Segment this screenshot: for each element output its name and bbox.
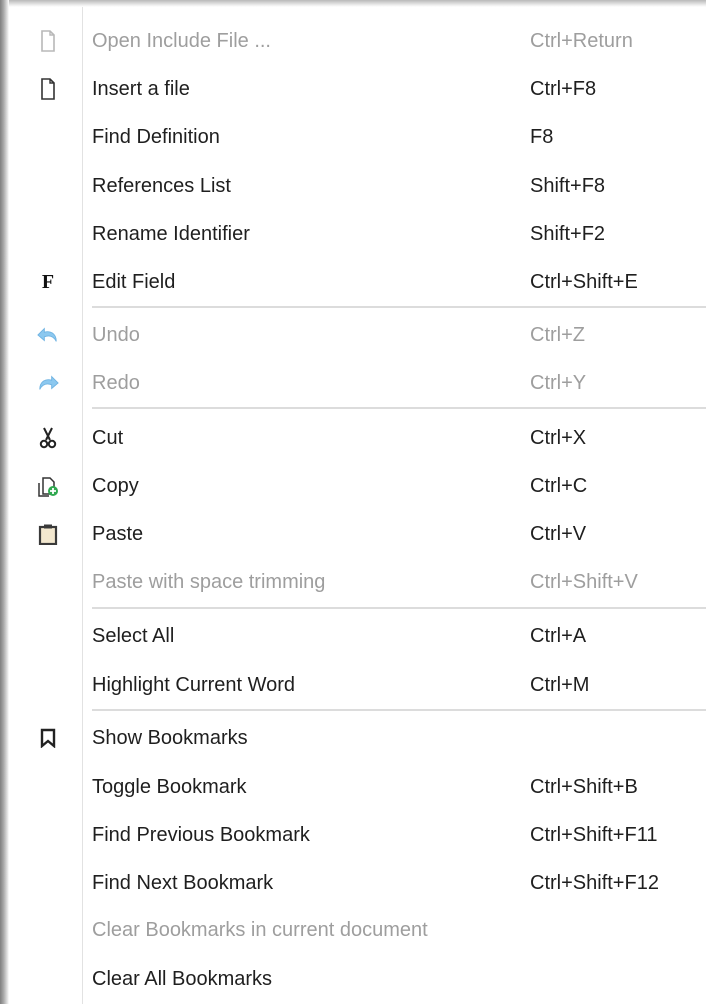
menu-item-shortcut: Ctrl+Z — [530, 324, 585, 346]
menu-item-shortcut: Shift+F8 — [530, 175, 606, 197]
menu-item-label: Find Definition — [92, 126, 220, 148]
menu-item-label: Paste with space trimming — [92, 571, 326, 593]
menu-item-label: Insert a file — [92, 78, 190, 100]
menu-item-shortcut: Ctrl+C — [530, 475, 588, 497]
menu-item-edit-field[interactable]: F Edit Field Ctrl+Shift+E — [9, 259, 706, 305]
menu-item-shortcut: Ctrl+X — [530, 427, 587, 449]
menu-item-label: Find Previous Bookmark — [92, 824, 310, 846]
menu-item-label: Show Bookmarks — [92, 727, 248, 749]
menu-item-select-all[interactable]: Select All Ctrl+A — [9, 613, 706, 659]
menu-shadow-top — [0, 0, 706, 7]
menu-item-shortcut: Ctrl+Return — [530, 30, 633, 52]
menu-separator — [92, 407, 706, 409]
copy-icon — [37, 475, 59, 497]
menu-item-label: Highlight Current Word — [92, 674, 296, 696]
menu-item-shortcut: Ctrl+A — [530, 625, 587, 647]
menu-item-show-bookmarks[interactable]: Show Bookmarks — [9, 715, 706, 761]
menu-item-label: References List — [92, 175, 231, 197]
menu-item-label: Clear Bookmarks in current document — [92, 919, 428, 941]
menu-item-shortcut: Ctrl+F8 — [530, 78, 597, 100]
menu-item-find-previous-bookmark[interactable]: Find Previous Bookmark Ctrl+Shift+F11 — [9, 812, 706, 858]
menu-item-find-next-bookmark[interactable]: Find Next Bookmark Ctrl+Shift+F12 — [9, 860, 706, 906]
menu-item-label: Toggle Bookmark — [92, 776, 247, 798]
file-icon — [37, 78, 59, 100]
menu-item-find-definition[interactable]: Find Definition F8 — [9, 114, 706, 160]
menu-item-shortcut: Ctrl+Shift+E — [530, 271, 638, 293]
file-icon — [37, 30, 59, 52]
menu-item-paste-with-space-trimming[interactable]: Paste with space trimming Ctrl+Shift+V — [9, 559, 706, 605]
context-menu: Open Include File ... Ctrl+Return Insert… — [0, 0, 706, 1004]
menu-separator — [92, 306, 706, 308]
menu-item-undo[interactable]: Undo Ctrl+Z — [9, 312, 706, 358]
menu-item-highlight-current-word[interactable]: Highlight Current Word Ctrl+M — [9, 662, 706, 708]
menu-item-label: Rename Identifier — [92, 223, 250, 245]
redo-icon — [37, 372, 59, 394]
menu-item-label: Copy — [92, 475, 139, 497]
menu-item-shortcut: Ctrl+Shift+B — [530, 776, 638, 798]
menu-separator — [92, 607, 706, 609]
menu-item-copy[interactable]: Copy Ctrl+C — [9, 463, 706, 509]
menu-separator — [92, 709, 706, 711]
menu-item-shortcut: F8 — [530, 126, 554, 148]
menu-item-rename-identifier[interactable]: Rename Identifier Shift+F2 — [9, 211, 706, 257]
menu-item-shortcut: Ctrl+Shift+V — [530, 571, 638, 593]
menu-item-clear-all-bookmarks[interactable]: Clear All Bookmarks — [9, 956, 706, 1002]
menu-item-shortcut: Ctrl+M — [530, 674, 590, 696]
menu-item-shortcut: Ctrl+V — [530, 523, 587, 545]
menu-item-open-include-file[interactable]: Open Include File ... Ctrl+Return — [9, 18, 706, 64]
menu-item-references-list[interactable]: References List Shift+F8 — [9, 163, 706, 209]
menu-item-label: Find Next Bookmark — [92, 872, 274, 894]
menu-item-redo[interactable]: Redo Ctrl+Y — [9, 360, 706, 406]
undo-icon — [37, 324, 59, 346]
menu-item-shortcut: Ctrl+Shift+F11 — [530, 824, 658, 846]
menu-item-paste[interactable]: Paste Ctrl+V — [9, 511, 706, 557]
menu-item-clear-bookmarks-in-current-document[interactable]: Clear Bookmarks in current document — [9, 907, 706, 953]
menu-item-label: Clear All Bookmarks — [92, 968, 273, 990]
menu-item-label: Paste — [92, 523, 144, 545]
menu-item-label: Select All — [92, 625, 175, 647]
menu-item-label: Redo — [92, 372, 140, 394]
menu-item-label: Open Include File ... — [92, 30, 271, 52]
field-icon: F — [37, 271, 59, 293]
field-icon-glyph: F — [41, 270, 55, 293]
menu-item-toggle-bookmark[interactable]: Toggle Bookmark Ctrl+Shift+B — [9, 764, 706, 810]
menu-item-label: Cut — [92, 427, 124, 449]
scissors-icon — [37, 427, 59, 449]
menu-item-label: Undo — [92, 324, 140, 346]
menu-item-shortcut: Shift+F2 — [530, 223, 606, 245]
menu-item-insert-a-file[interactable]: Insert a file Ctrl+F8 — [9, 66, 706, 112]
menu-item-shortcut: Ctrl+Y — [530, 372, 587, 394]
menu-item-shortcut: Ctrl+Shift+F12 — [530, 872, 659, 894]
menu-shadow-left — [0, 0, 9, 1004]
clipboard-icon — [37, 523, 59, 545]
menu-item-label: Edit Field — [92, 271, 176, 293]
menu-item-cut[interactable]: Cut Ctrl+X — [9, 415, 706, 461]
bookmark-icon — [37, 727, 59, 749]
